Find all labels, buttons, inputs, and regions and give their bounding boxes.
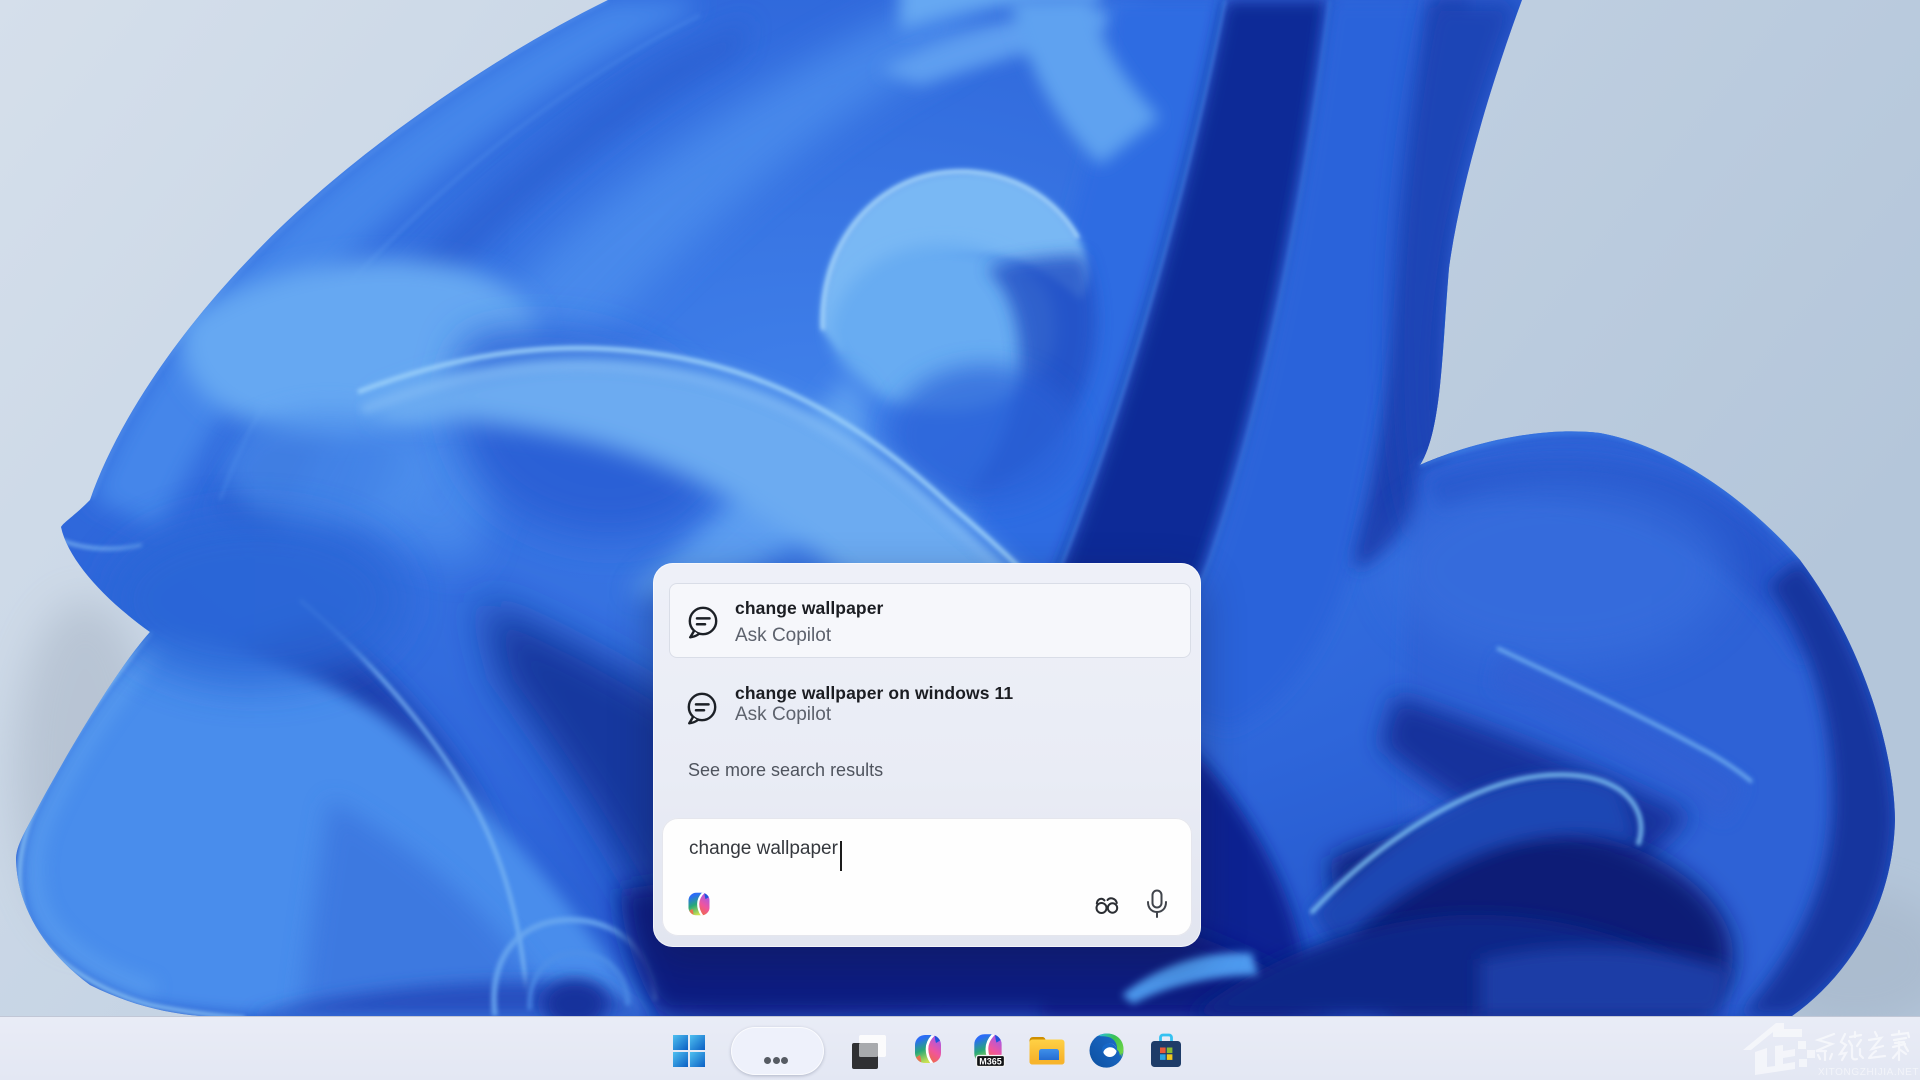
svg-text:M365: M365 (979, 1056, 1002, 1066)
svg-text:XITONGZHIJIA.NET: XITONGZHIJIA.NET (1818, 1067, 1919, 1078)
